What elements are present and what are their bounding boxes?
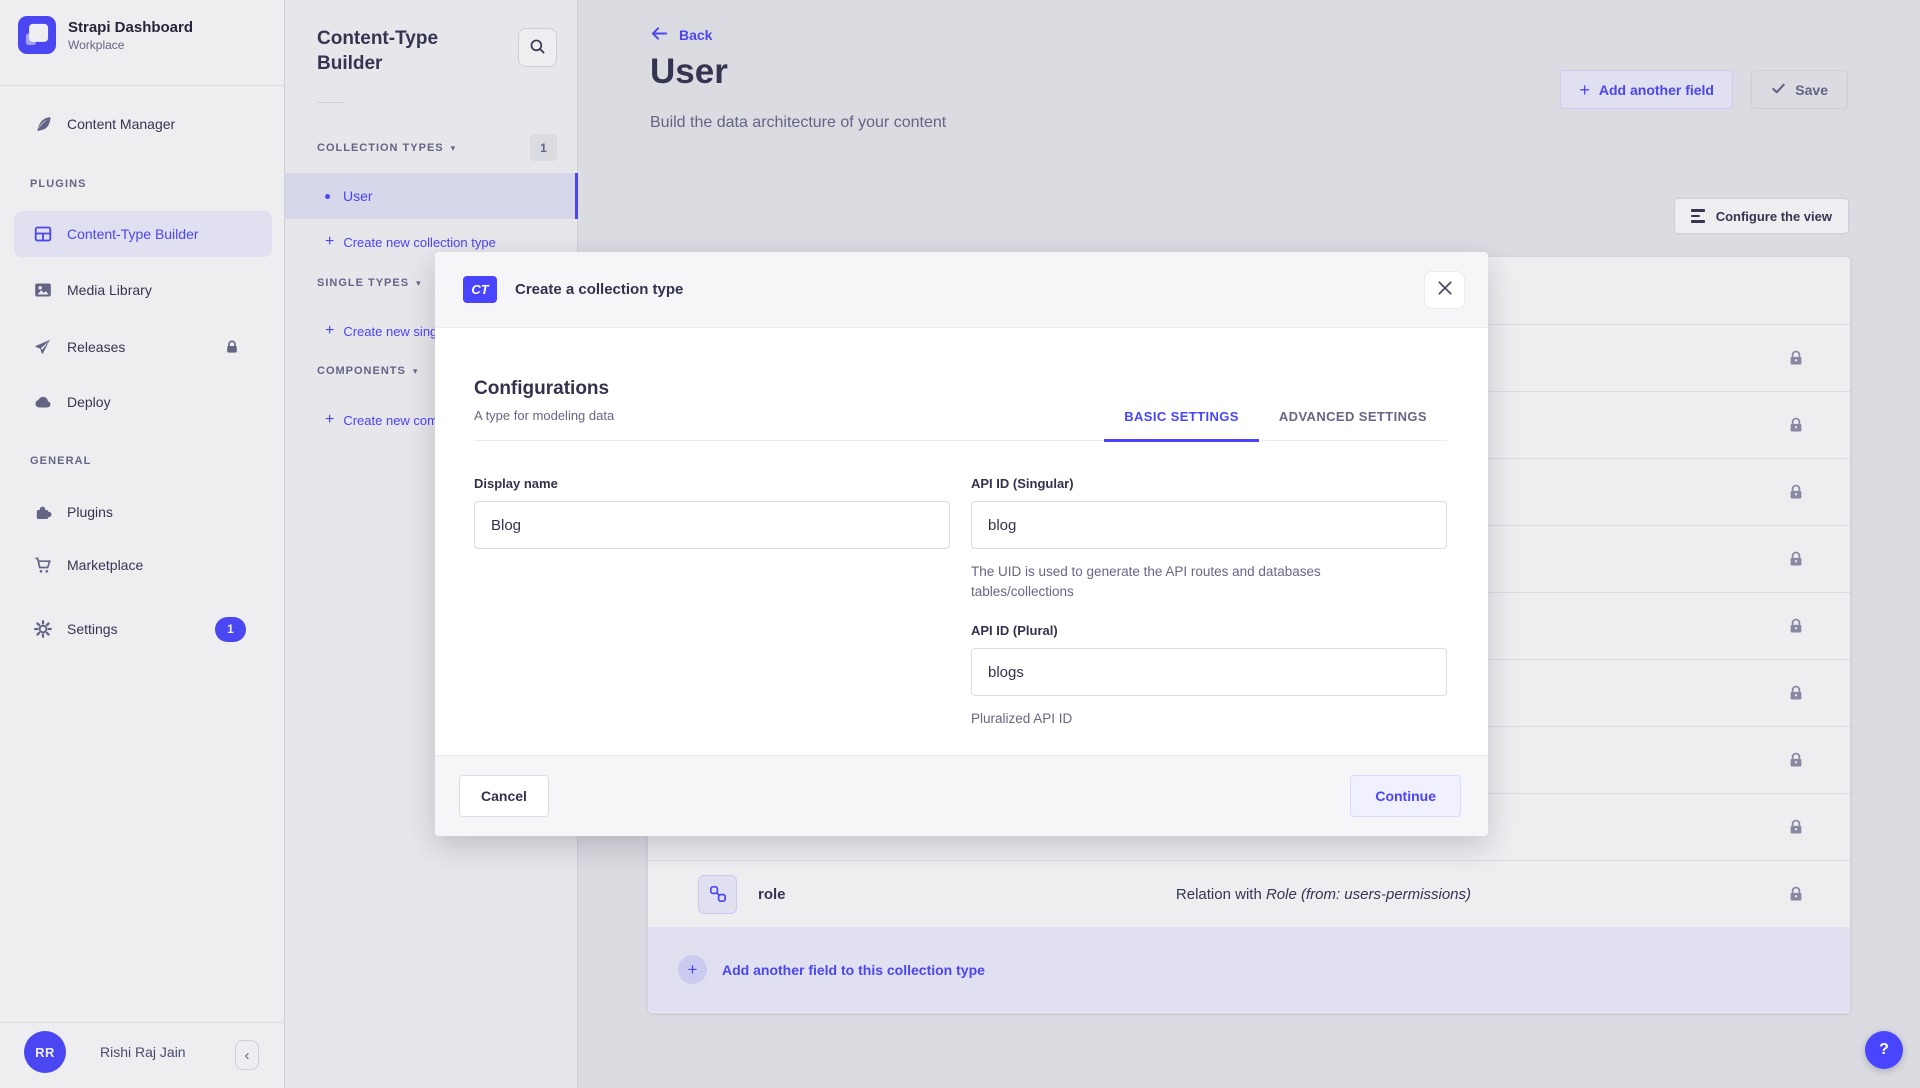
strapi-app: Strapi Dashboard Workplace Content Manag…	[0, 0, 1920, 1088]
api-id-singular-hint: The UID is used to generate the API rout…	[971, 562, 1391, 602]
continue-button[interactable]: Continue	[1350, 775, 1461, 817]
api-id-singular-field[interactable]	[971, 501, 1447, 549]
modal-body: Configurations A type for modeling data …	[435, 328, 1488, 755]
api-id-plural-label: API ID (Plural)	[971, 623, 1058, 638]
api-id-plural-hint: Pluralized API ID	[971, 709, 1391, 729]
modal-title: Create a collection type	[515, 281, 683, 298]
section-heading: Configurations A type for modeling data	[474, 377, 614, 440]
modal-form: Display name API ID (Singular) The UID i…	[474, 475, 1447, 729]
section-title: Configurations	[474, 377, 614, 401]
form-column-left: Display name	[474, 475, 950, 729]
modal-header: CT Create a collection type	[435, 252, 1488, 328]
tab-advanced-settings[interactable]: ADVANCED SETTINGS	[1259, 409, 1447, 442]
display-name-field[interactable]	[474, 501, 950, 549]
api-id-plural-field[interactable]	[971, 648, 1447, 696]
api-id-singular-block: API ID (Singular) The UID is used to gen…	[971, 475, 1447, 602]
modal-footer: Cancel Continue	[435, 755, 1488, 836]
api-id-singular-label: API ID (Singular)	[971, 476, 1074, 491]
form-column-right: API ID (Singular) The UID is used to gen…	[971, 475, 1447, 729]
display-name-label: Display name	[474, 476, 558, 491]
close-button[interactable]	[1424, 271, 1465, 309]
modal-tabs: BASIC SETTINGS ADVANCED SETTINGS	[1104, 409, 1447, 440]
help-button[interactable]: ?	[1865, 1031, 1903, 1069]
close-icon	[1436, 279, 1454, 300]
section-subtitle: A type for modeling data	[474, 408, 614, 440]
collection-type-badge: CT	[463, 276, 497, 303]
modal-section-header: Configurations A type for modeling data …	[474, 377, 1447, 441]
create-collection-type-modal: CT Create a collection type Configuratio…	[435, 252, 1488, 836]
question-mark-icon: ?	[1879, 1041, 1889, 1059]
api-id-plural-block: API ID (Plural) Pluralized API ID	[971, 622, 1447, 729]
cancel-button[interactable]: Cancel	[459, 775, 549, 817]
tab-basic-settings[interactable]: BASIC SETTINGS	[1104, 409, 1259, 442]
